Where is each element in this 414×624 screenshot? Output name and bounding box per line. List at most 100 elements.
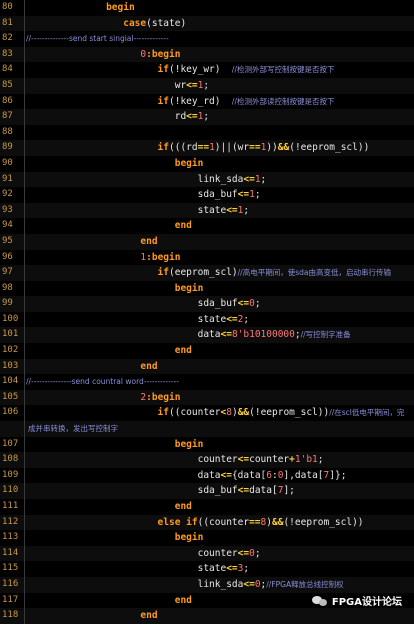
gutter-divider — [24, 296, 25, 312]
line-number: 111 — [2, 501, 19, 511]
code-text: if(!key_wr) //检测外部写控制按键是否按下 — [158, 62, 335, 78]
gutter-divider — [24, 561, 25, 577]
line-number: 91 — [2, 173, 13, 184]
token-id: data — [197, 329, 221, 341]
token-op: <= — [237, 298, 250, 310]
gutter-divider — [24, 31, 25, 47]
token-id: ]; — [283, 485, 295, 497]
token-kw: if — [157, 95, 169, 107]
token-kw: if — [157, 407, 169, 419]
line-number: 114 — [2, 547, 19, 558]
code-text: 0:begin — [140, 47, 180, 63]
code-line: 81 case(state) — [0, 15, 414, 32]
token-wrap: 成并串转换，发出写控制字 — [28, 424, 118, 434]
token-id: (state) — [146, 17, 187, 29]
code-line: 83 0:begin — [0, 46, 414, 63]
gutter-divider — [24, 421, 25, 437]
gutter-divider — [24, 608, 25, 624]
line-number: 106 — [2, 407, 19, 418]
code-text: link_sda<=1; — [198, 172, 267, 188]
token-op: <= — [237, 189, 250, 201]
token-cm: //---------------send countral word-----… — [26, 377, 179, 387]
code-line: 91 link_sda<=1; — [0, 171, 414, 188]
code-text: state<=3; — [198, 561, 250, 577]
gutter-divider — [24, 467, 25, 484]
code-line: 97 if(eeprom_scl)//高电平期间，使sda由高变低，启动串行传输 — [0, 265, 414, 281]
line-number: 99 — [2, 298, 13, 309]
token-kw: begin — [174, 282, 204, 294]
gutter-divider — [24, 15, 25, 32]
code-text: end — [175, 499, 192, 515]
line-number: 87 — [2, 111, 13, 122]
code-text: case(state) — [123, 16, 186, 32]
token-kw: end — [140, 610, 158, 622]
code-line: 114 counter<=0; — [0, 545, 414, 562]
gutter-divider — [24, 233, 25, 250]
code-line: 109 data<={data[6:0],data[7]}; — [0, 467, 414, 484]
code-text: begin — [106, 0, 135, 16]
token-kw: if — [157, 267, 169, 279]
token-id: state — [197, 313, 227, 325]
token-id: sda_buf — [197, 485, 238, 497]
token-id: ; — [317, 454, 324, 466]
gutter-divider — [24, 483, 25, 499]
code-line: 105 2:begin — [0, 389, 414, 406]
token-id: ]}; — [329, 469, 347, 481]
token-id: state — [197, 563, 227, 575]
token-kw: if — [157, 142, 169, 154]
line-number: 88 — [2, 126, 13, 137]
token-id: counter — [249, 454, 290, 466]
token-op: <= — [220, 469, 232, 481]
line-number: 86 — [2, 95, 13, 106]
code-line: 99 sda_buf<=0; — [0, 296, 414, 312]
token-kw: end — [174, 220, 192, 232]
gutter-divider — [24, 124, 25, 141]
token-id: ; — [243, 313, 250, 325]
token-id: )) — [266, 142, 278, 154]
code-text: //---------------send countral word-----… — [26, 374, 179, 390]
token-id: (!eeprom_scl)) — [283, 516, 364, 528]
code-text: counter<=0; — [198, 546, 261, 562]
token-cm: //高电平期间，使sda由高变低，启动串行传输 — [237, 268, 391, 278]
code-line: 113 begin — [0, 530, 414, 546]
gutter-divider — [24, 311, 25, 328]
line-number: 108 — [2, 454, 19, 465]
gutter-divider — [24, 452, 25, 468]
token-kw: end — [140, 235, 158, 247]
token-kw: begin — [106, 2, 135, 13]
line-number: 85 — [2, 79, 13, 90]
code-line: 98 begin — [0, 280, 414, 297]
code-text: begin — [175, 156, 204, 172]
code-text: sda_buf<=data[7]; — [198, 483, 295, 499]
token-op: <= — [243, 578, 255, 590]
gutter-divider — [24, 77, 25, 94]
gutter-divider — [24, 358, 25, 375]
gutter-divider — [24, 187, 25, 203]
gutter-divider — [24, 171, 25, 188]
code-text: //--------------send start singial------… — [26, 31, 169, 47]
line-number: 84 — [2, 64, 13, 75]
token-id: counter — [197, 454, 238, 466]
line-number: 95 — [2, 235, 13, 246]
line-number: 92 — [2, 189, 13, 200]
code-text: sda_buf<=1; — [198, 187, 261, 203]
token-cm: //--------------send start singial------… — [26, 34, 169, 44]
line-number: 103 — [2, 360, 19, 371]
gutter-divider — [24, 327, 25, 344]
token-op: && — [277, 142, 290, 154]
line-number: 100 — [2, 313, 19, 324]
gutter-divider — [24, 62, 25, 78]
code-text: end — [140, 359, 157, 375]
wechat-icon — [311, 595, 328, 607]
code-text: if((counter<8)&&(!eeprom_scl))//在scl低电平期… — [158, 405, 405, 421]
code-line: 116 link_sda<=0;//FPGA释放总线控制权 — [0, 576, 414, 593]
code-text: end — [140, 234, 157, 250]
token-id: link_sda — [197, 578, 244, 590]
token-num: 8'b10100000 — [231, 329, 295, 341]
token-kw: else if — [157, 516, 198, 528]
gutter-divider — [24, 218, 25, 234]
code-line: 85 wr<=1; — [0, 77, 414, 94]
token-id: (!eeprom_scl)) — [289, 142, 370, 154]
code-line: 94 end — [0, 218, 414, 234]
code-line: 106 if((counter<8)&&(!eeprom_scl))//在scl低… — [0, 405, 414, 422]
